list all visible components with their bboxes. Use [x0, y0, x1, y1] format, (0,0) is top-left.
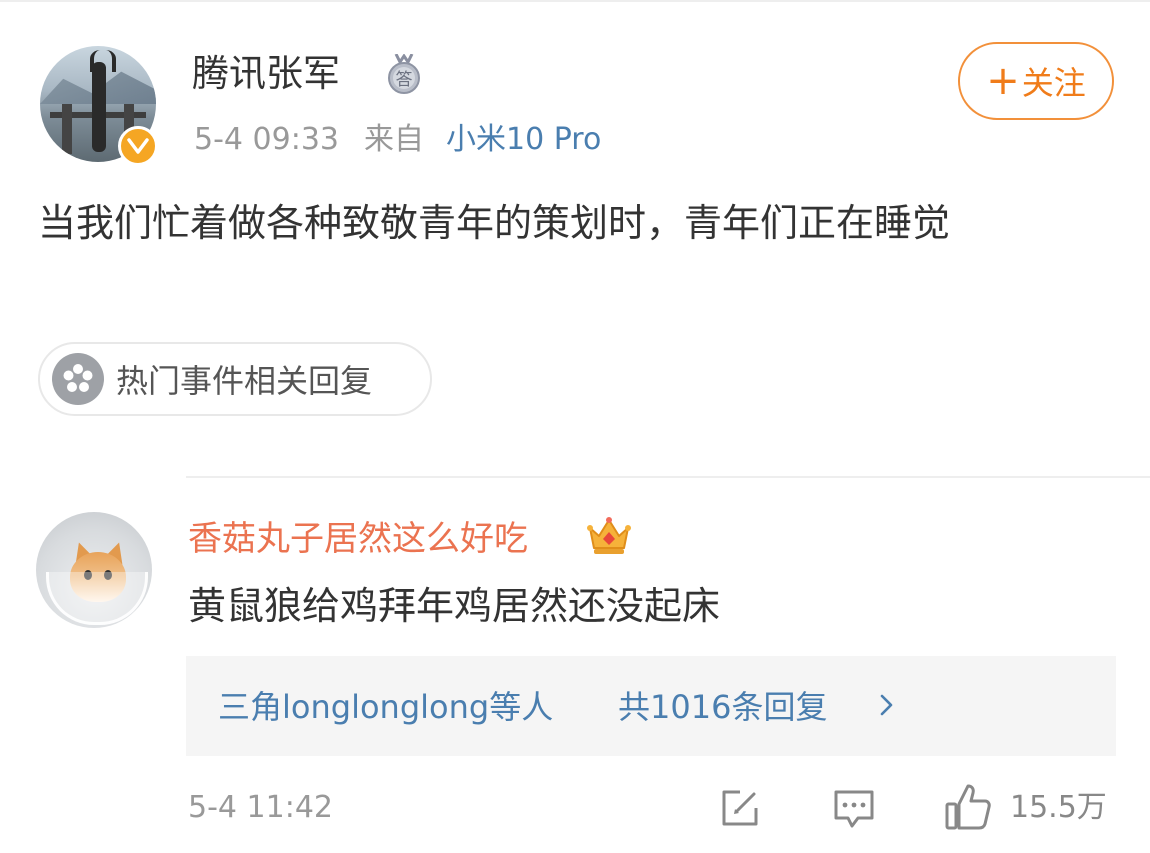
verified-v-icon: [118, 126, 158, 166]
replies-count[interactable]: 共1016条回复: [618, 686, 827, 728]
comment-time: 5-4 11:42: [188, 790, 333, 825]
device-link[interactable]: 小米10 Pro: [446, 120, 601, 160]
comment-text: 黄鼠狼给鸡拜年鸡居然还没起床: [188, 584, 721, 628]
like-count: 15.5万: [1010, 790, 1107, 825]
from-label: 来自: [364, 122, 424, 157]
topic-chip-label: 热门事件相关回复: [116, 362, 373, 400]
post-author-name[interactable]: 腾讯张军: [192, 50, 340, 98]
topic-flower-icon: [52, 353, 104, 405]
replies-summary[interactable]: 三角longlonglong等人 共1016条回复: [186, 656, 1116, 756]
post-time: 5-4 09:33: [194, 122, 339, 157]
follow-label: 关注: [1021, 64, 1086, 102]
crown-icon: [586, 514, 632, 558]
comment-divider: [186, 476, 1150, 478]
edit-icon[interactable]: [718, 786, 762, 830]
replies-users[interactable]: 三角longlonglong等人: [218, 686, 553, 728]
like-thumb-icon[interactable]: [944, 782, 992, 832]
topic-chip[interactable]: 热门事件相关回复: [38, 342, 432, 416]
top-divider: [0, 0, 1150, 2]
medal-icon: 答: [386, 53, 422, 94]
plus-icon: +: [986, 58, 1020, 104]
post-text: 当我们忙着做各种致敬青年的策划时，青年们正在睡觉: [38, 201, 951, 245]
chevron-right-icon: [880, 694, 893, 716]
follow-button[interactable]: + 关注: [958, 42, 1114, 120]
comment-icon[interactable]: [832, 786, 876, 830]
medal-char: 答: [396, 70, 413, 90]
commenter-name[interactable]: 香菇丸子居然这么好吃: [188, 516, 528, 562]
commenter-avatar[interactable]: [36, 512, 152, 628]
